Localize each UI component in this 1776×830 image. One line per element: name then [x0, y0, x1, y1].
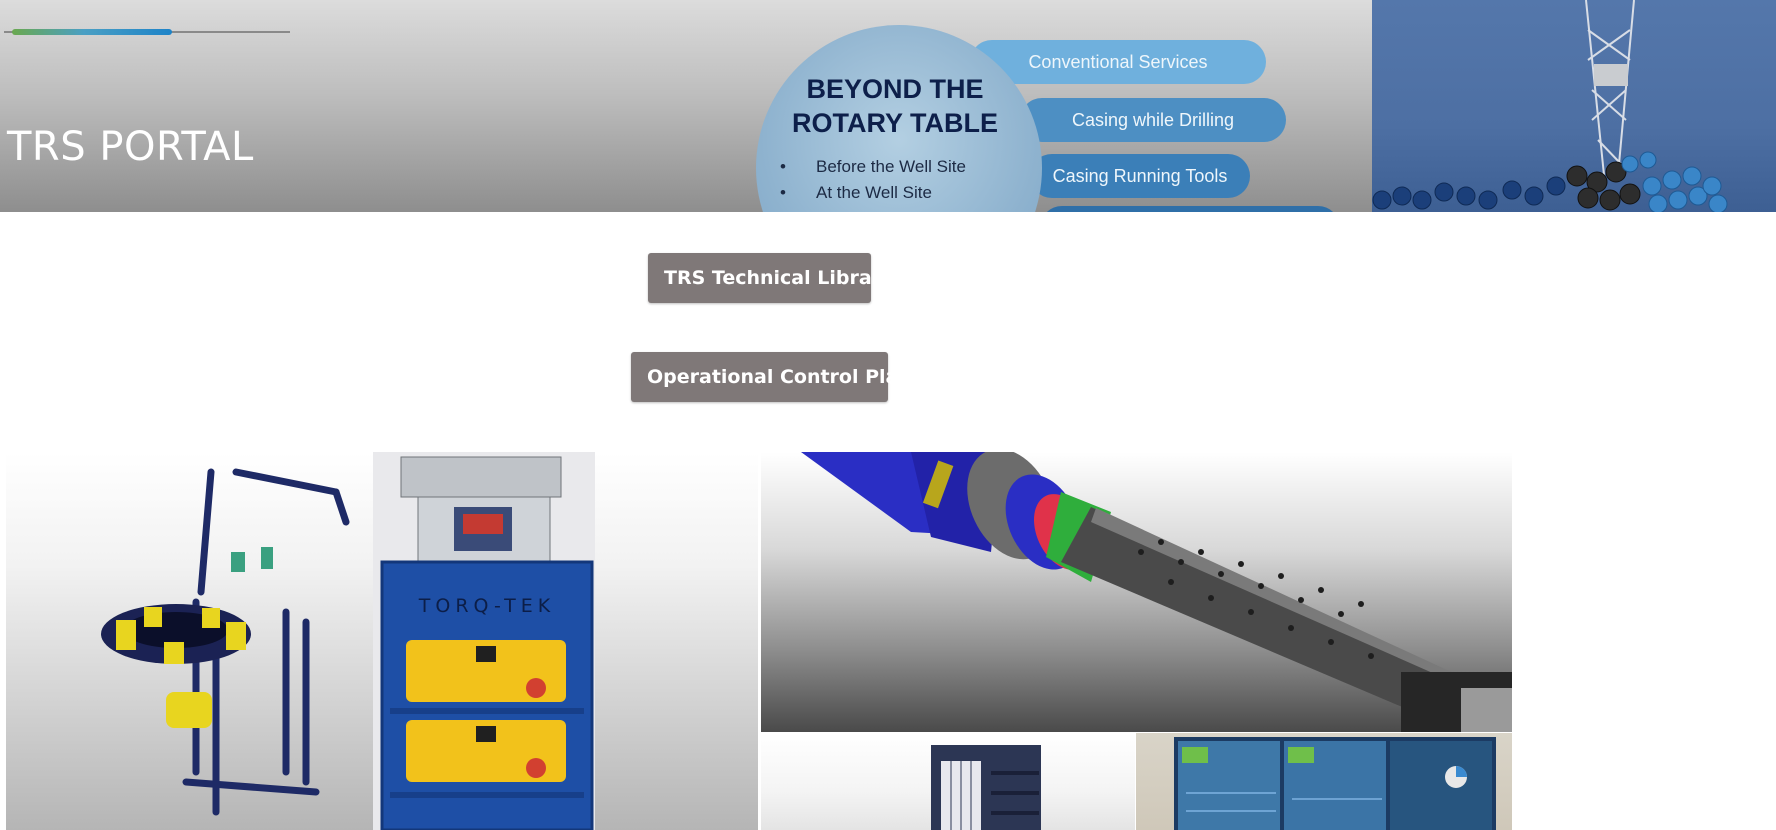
technical-library-button[interactable]: TRS Technical Library — [648, 253, 893, 303]
control-room-screens-photo — [1136, 733, 1512, 830]
banner-bullet: At the Well Site — [780, 180, 966, 206]
banner-bullets: Before the Well Site At the Well Site — [780, 154, 966, 206]
page-title: TRS PORTAL — [7, 124, 254, 170]
service-pill-casing-drilling: Casing while Drilling — [1020, 98, 1286, 142]
header-banner: TRS PORTAL Conventional Services Casing … — [0, 0, 1776, 212]
banner-heading: BEYOND THE ROTARY TABLE — [792, 74, 998, 138]
torq-tek-label: TORQ-TEK — [418, 595, 555, 617]
service-pill-partial — [1040, 206, 1340, 212]
service-pill-casing-running: Casing Running Tools — [1030, 154, 1250, 198]
cage-equipment-photo — [761, 733, 1135, 830]
progress-bar — [12, 29, 173, 35]
banner-graphic: Conventional Services Casing while Drill… — [740, 0, 1372, 212]
torque-turn-equipment-photo: TORQ-TEK — [6, 452, 758, 830]
casing-tool-render-photo — [761, 452, 1512, 732]
drilling-rig-photo — [1372, 0, 1776, 212]
operational-control-plan-button[interactable]: Operational Control Plan — [631, 352, 912, 402]
banner-bullet: Before the Well Site — [780, 154, 966, 180]
